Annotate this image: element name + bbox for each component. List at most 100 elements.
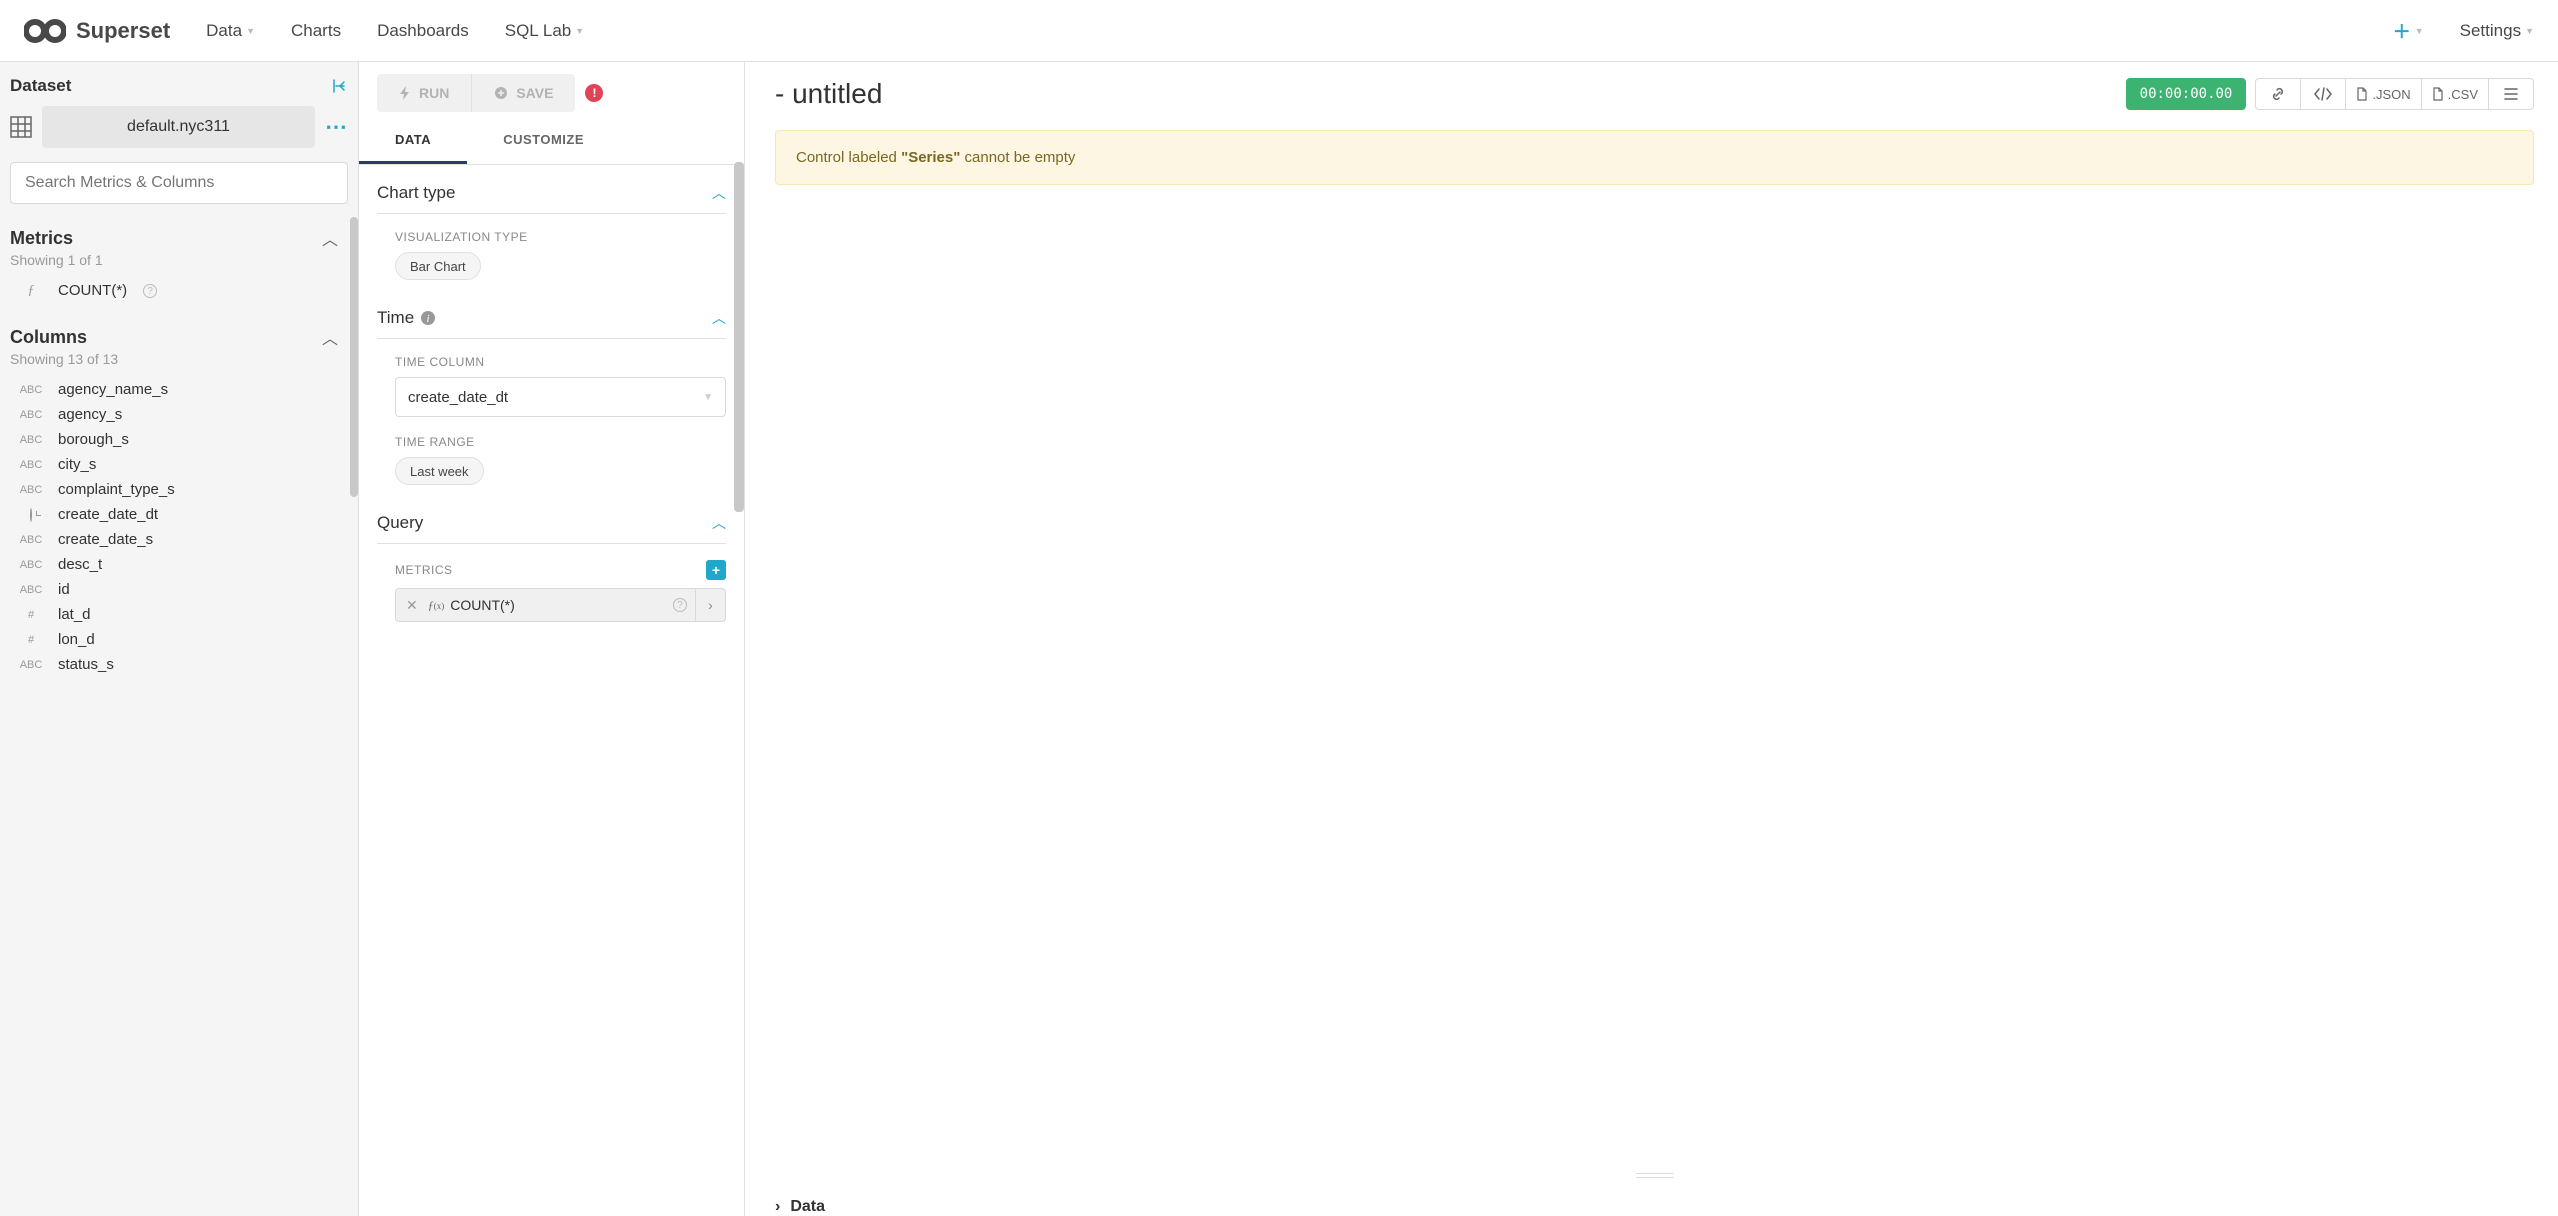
chevron-up-icon: ︿ [712, 513, 726, 533]
text-type-icon: ABC [16, 584, 46, 596]
column-item[interactable]: ABCborough_s [10, 427, 348, 452]
code-icon [2314, 87, 2332, 101]
info-icon[interactable]: i [420, 310, 436, 326]
scrollbar[interactable] [734, 162, 744, 512]
link-icon [2270, 86, 2286, 102]
caret-down-icon: ▼ [246, 26, 255, 36]
column-item[interactable]: ABCstatus_s [10, 652, 348, 677]
svg-text:i: i [427, 313, 430, 325]
collapse-left-icon[interactable] [332, 78, 348, 94]
nav-data[interactable]: Data▼ [206, 21, 255, 41]
chevron-up-icon: ︿ [322, 226, 338, 250]
export-csv-button[interactable]: .CSV [2421, 78, 2489, 110]
run-button[interactable]: RUN [377, 74, 472, 112]
chart-menu-button[interactable] [2488, 78, 2534, 110]
hamburger-icon [2504, 88, 2518, 100]
dataset-grid-icon [10, 116, 32, 138]
column-item[interactable]: ABCdesc_t [10, 552, 348, 577]
error-badge-icon[interactable]: ! [585, 84, 603, 102]
text-type-icon: ABC [16, 384, 46, 396]
text-type-icon: ABC [16, 434, 46, 446]
scrollbar[interactable] [350, 217, 358, 497]
metric-chip[interactable]: ✕ ƒ(x) COUNT(*) ? › [395, 588, 726, 622]
column-item[interactable]: create_date_dt [10, 502, 348, 527]
file-icon [2432, 87, 2444, 101]
column-item[interactable]: ABCcreate_date_s [10, 527, 348, 552]
nav-sqllab[interactable]: SQL Lab▼ [505, 21, 584, 41]
time-column-select[interactable]: create_date_dt ▼ [395, 377, 726, 417]
metrics-count: Showing 1 of 1 [10, 252, 348, 268]
caret-down-icon: ▼ [2415, 26, 2424, 36]
nav-items: Data▼ Charts Dashboards SQL Lab▼ [206, 21, 584, 41]
text-type-icon: ABC [16, 559, 46, 571]
text-type-icon: ABC [16, 484, 46, 496]
resize-handle[interactable] [1636, 1173, 1674, 1178]
chevron-right-icon: › [775, 1198, 780, 1216]
text-type-icon: ABC [16, 659, 46, 671]
nav-settings[interactable]: Settings▼ [2460, 21, 2534, 41]
metric-item[interactable]: ƒ COUNT(*) ? [10, 278, 348, 303]
tab-customize[interactable]: CUSTOMIZE [467, 118, 620, 164]
export-json-button[interactable]: .JSON [2345, 78, 2421, 110]
column-item[interactable]: ABCcity_s [10, 452, 348, 477]
controls-panel: RUN SAVE ! DATA CUSTOMIZE Chart type ︿ [359, 62, 745, 1216]
time-range-label: TIME RANGE [395, 435, 726, 449]
query-section-header[interactable]: Query ︿ [377, 513, 726, 544]
column-item[interactable]: ABCagency_name_s [10, 377, 348, 402]
number-type-icon: # [16, 634, 46, 646]
embed-code-button[interactable] [2300, 78, 2346, 110]
search-input[interactable] [10, 162, 348, 204]
chart-type-section-header[interactable]: Chart type ︿ [377, 183, 726, 214]
expand-metric-icon[interactable]: › [695, 589, 725, 621]
validation-alert: Control labeled "Series" cannot be empty [775, 130, 2534, 185]
chevron-up-icon: ︿ [322, 325, 338, 349]
text-type-icon: ABC [16, 534, 46, 546]
viz-type-label: VISUALIZATION TYPE [395, 230, 726, 244]
time-range-selector[interactable]: Last week [395, 457, 484, 485]
nav-dashboards[interactable]: Dashboards [377, 21, 469, 41]
more-options-icon[interactable]: ⋯ [325, 114, 348, 140]
column-item[interactable]: #lat_d [10, 602, 348, 627]
caret-down-icon: ▼ [575, 26, 584, 36]
nav-charts[interactable]: Charts [291, 21, 341, 41]
caret-down-icon: ▼ [2525, 26, 2534, 36]
brand-text: Superset [76, 18, 170, 44]
nav-right: ＋▼ Settings▼ [2393, 18, 2534, 44]
time-section-header[interactable]: Time i ︿ [377, 308, 726, 339]
dataset-selector[interactable]: default.nyc311 [42, 106, 315, 148]
dataset-sidebar: Dataset default.nyc311 ⋯ Metrics ︿ Showi… [0, 62, 359, 1216]
metrics-section-header[interactable]: Metrics ︿ [10, 226, 348, 250]
save-button[interactable]: SAVE [472, 74, 575, 112]
column-item[interactable]: ABCid [10, 577, 348, 602]
data-results-toggle[interactable]: › Data [775, 1184, 2534, 1216]
chevron-up-icon: ︿ [712, 183, 726, 203]
columns-section-header[interactable]: Columns ︿ [10, 325, 348, 349]
chart-title[interactable]: - untitled [775, 78, 882, 110]
clock-type-icon [16, 509, 46, 521]
metrics-label: METRICS [395, 563, 453, 577]
control-tabs: DATA CUSTOMIZE [359, 118, 744, 165]
dataset-heading: Dataset [10, 76, 71, 96]
short-url-button[interactable] [2255, 78, 2301, 110]
info-icon[interactable]: ? [673, 598, 687, 612]
remove-metric-icon[interactable]: ✕ [396, 597, 428, 614]
add-new-button[interactable]: ＋▼ [2393, 18, 2424, 44]
tab-data[interactable]: DATA [359, 118, 467, 164]
column-item[interactable]: ABCcomplaint_type_s [10, 477, 348, 502]
superset-logo-icon [24, 18, 66, 44]
column-item[interactable]: #lon_d [10, 627, 348, 652]
bolt-icon [399, 86, 411, 100]
time-column-label: TIME COLUMN [395, 355, 726, 369]
chart-panel: - untitled 00:00:00.00 .JSON [745, 62, 2558, 1216]
text-type-icon: ABC [16, 409, 46, 421]
brand[interactable]: Superset [24, 18, 170, 44]
dataset-name: default.nyc311 [127, 118, 230, 136]
add-metric-button[interactable]: + [706, 560, 726, 580]
text-type-icon: ABC [16, 459, 46, 471]
top-nav: Superset Data▼ Charts Dashboards SQL Lab… [0, 0, 2558, 62]
info-icon[interactable]: ? [143, 284, 157, 298]
file-icon [2356, 87, 2368, 101]
plus-circle-icon [494, 86, 508, 100]
viz-type-selector[interactable]: Bar Chart [395, 252, 481, 280]
column-item[interactable]: ABCagency_s [10, 402, 348, 427]
